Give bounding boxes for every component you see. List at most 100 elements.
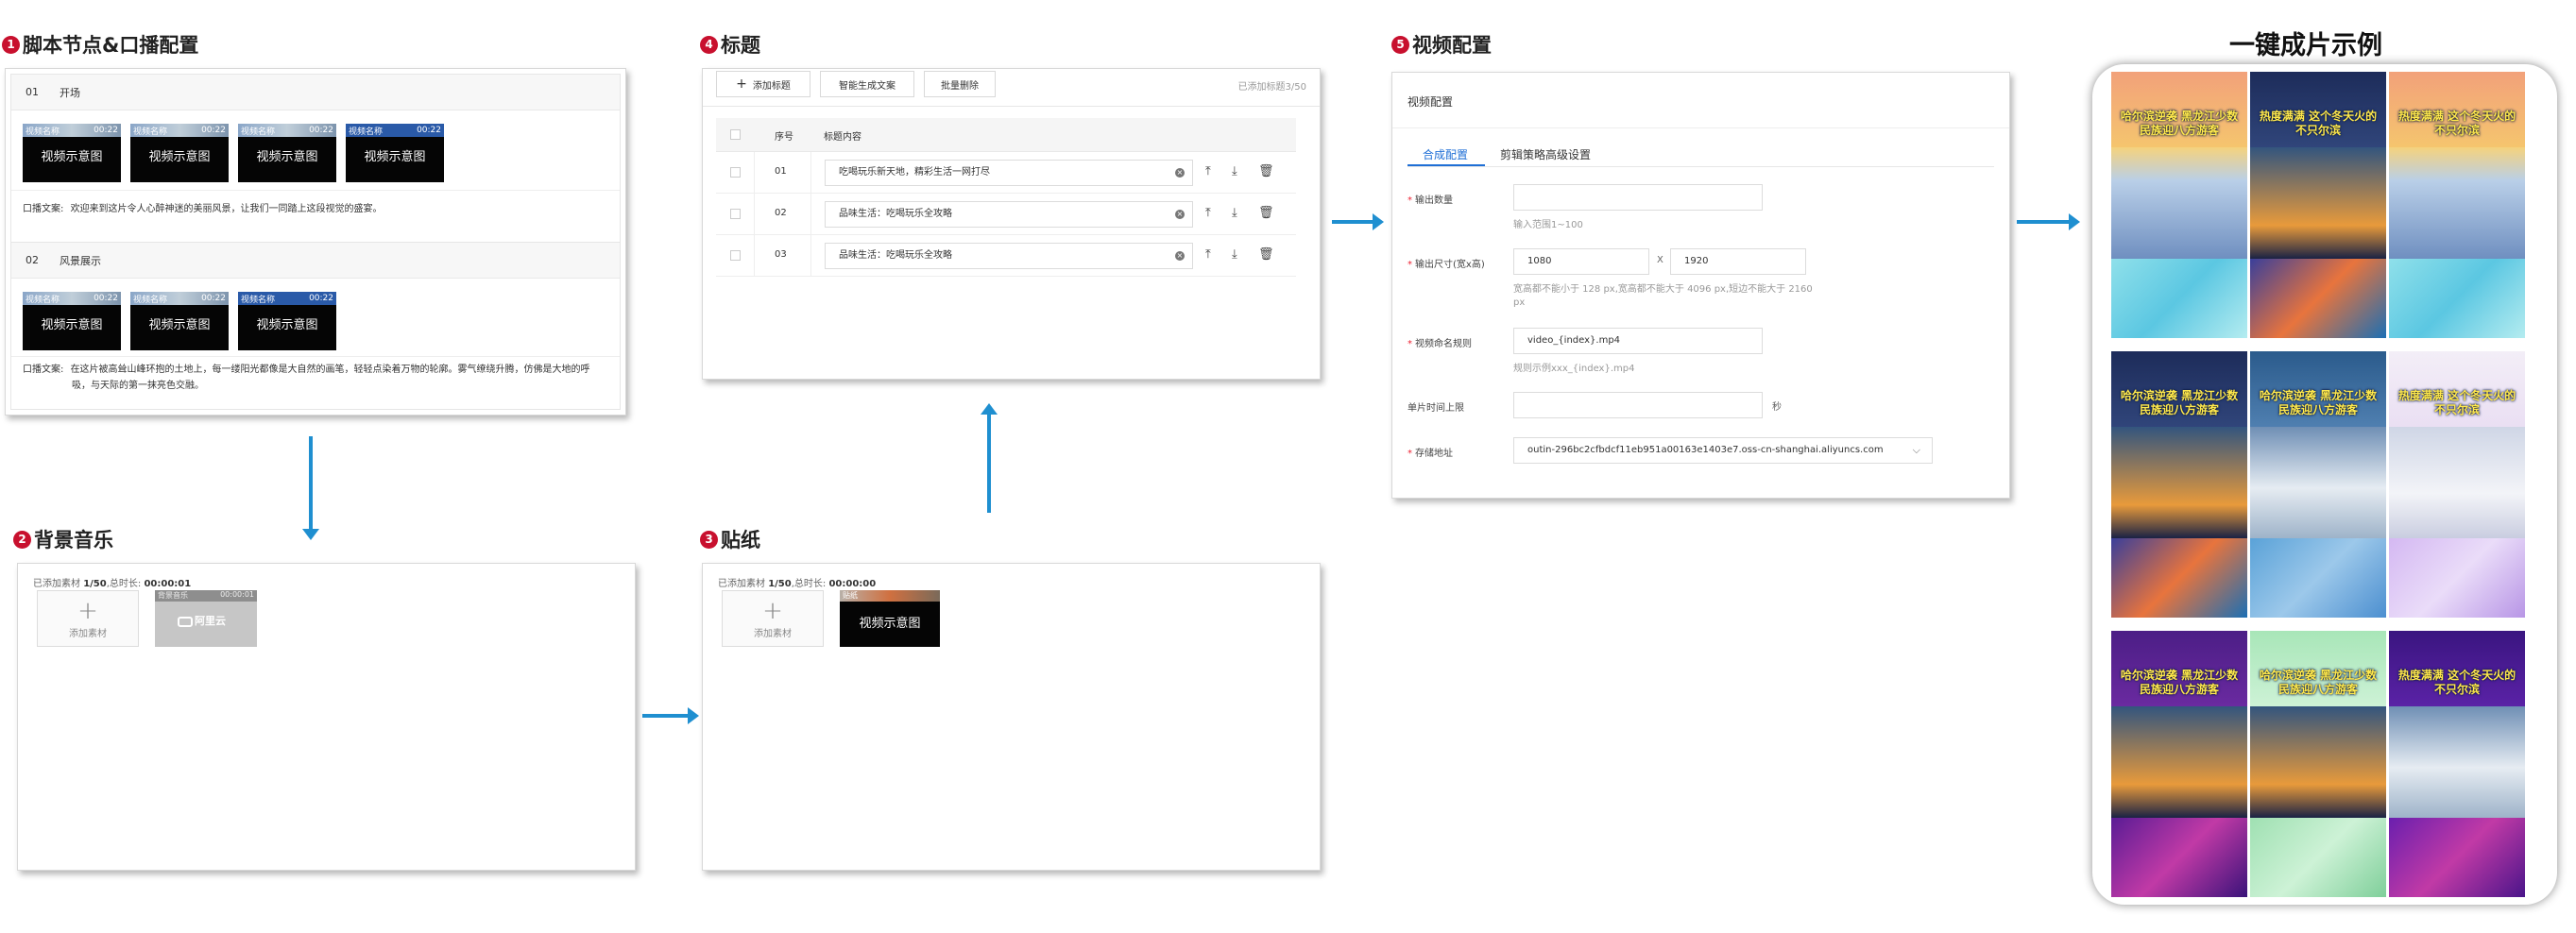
step-badge: 4 [700, 35, 718, 54]
clear-icon[interactable]: × [1175, 210, 1185, 219]
example-video-tile[interactable]: 热度满满 这个冬天火的不只尔滨 [2250, 72, 2386, 338]
clip-name: 视频名称 [241, 127, 276, 137]
node-header: 01 开场 [11, 75, 620, 110]
aliyun-logo: 阿里云 [178, 613, 226, 628]
video-clip[interactable]: 视频名称 00:22 视频示意图 [238, 124, 336, 182]
move-top-icon[interactable]: ⤒ [1205, 164, 1211, 178]
example-video-tile[interactable]: 热度满满 这个冬天火的不只尔滨 [2389, 72, 2525, 338]
row-index: 01 [775, 166, 787, 177]
row-checkbox[interactable] [730, 250, 741, 261]
section-label: 脚本节点&口播配置 [23, 34, 199, 57]
clip-duration: 00:22 [201, 126, 226, 135]
script-node: 02 风景展示 视频名称 00:22 视频示意图 视频名称 00:22 视频示意图 … [10, 242, 621, 410]
config-header: 视频配置 [1407, 95, 1454, 109]
example-caption: 哈尔滨逆袭 黑龙江少数民族迎八方游客 [2259, 389, 2378, 416]
time-limit-input[interactable] [1513, 392, 1763, 418]
clip-label: 视频示意图 [256, 150, 318, 164]
example-phone: 哈尔滨逆袭 黑龙江少数民族迎八方游客 热度满满 这个冬天火的不只尔滨 热度满满 这个… [2092, 64, 2557, 905]
video-clip[interactable]: 视频名称 00:22 视频示意图 [23, 292, 121, 350]
size-hint: 宽高都不能小于 128 px,宽高都不能大于 4096 px,短边不能大于 21… [1513, 284, 1813, 295]
section-label: 视频配置 [1412, 34, 1492, 57]
script-node-panel: 01 开场 视频名称 00:22 视频示意图 视频名称 00:22 视频示意图 视频… [5, 68, 626, 416]
smart-generate-button[interactable]: 智能生成文案 [820, 71, 914, 97]
example-video-tile[interactable]: 哈尔滨逆袭 黑龙江少数民族迎八方游客 [2111, 351, 2247, 618]
move-bottom-icon[interactable]: ⤓ [1232, 164, 1237, 178]
tab-advanced[interactable]: 剪辑策略高级设置 [1500, 146, 1591, 162]
delete-icon[interactable]: 🗑 [1258, 247, 1274, 262]
section-label: 标题 [721, 34, 760, 57]
clip-name: 视频名称 [133, 127, 168, 137]
width-input[interactable]: 1080 [1513, 248, 1649, 275]
clip-duration: 00:22 [94, 294, 118, 303]
example-caption: 热度满满 这个冬天火的不只尔滨 [2259, 110, 2378, 137]
clip-name: 视频名称 [26, 127, 60, 137]
storage-label: * 存储地址 [1407, 449, 1453, 459]
move-top-icon[interactable]: ⤒ [1205, 247, 1211, 262]
add-material-button[interactable]: + 添加素材 [722, 590, 824, 647]
video-clip[interactable]: 视频名称 00:22 视频示意图 [346, 124, 444, 182]
table-row: 03 品味生活：吃喝玩乐全攻略 × ⤒ ⤓ 🗑 [716, 235, 1296, 277]
clip-name: 视频名称 [26, 295, 60, 305]
video-clip[interactable]: 视频名称 00:22 视频示意图 [238, 292, 336, 350]
tab-compose[interactable]: 合成配置 [1423, 146, 1468, 162]
section-title-script: 1 脚本节点&口播配置 [2, 30, 198, 59]
move-top-icon[interactable]: ⤒ [1205, 206, 1211, 220]
example-video-tile[interactable]: 哈尔滨逆袭 黑龙江少数民族迎八方游客 [2111, 631, 2247, 897]
row-checkbox[interactable] [730, 167, 741, 178]
plus-icon: + [736, 76, 747, 92]
flow-arrow [642, 707, 699, 724]
add-title-button[interactable]: + 添加标题 [716, 71, 810, 97]
row-checkbox[interactable] [730, 209, 741, 219]
move-bottom-icon[interactable]: ⤓ [1232, 247, 1237, 262]
select-all-checkbox[interactable] [730, 129, 741, 140]
title-input[interactable]: 吃喝玩乐新天地，精彩生活一网打尽 × [825, 160, 1193, 186]
music-track[interactable]: 背景音乐 00:00:01 阿里云 [155, 590, 257, 647]
narration-text-cont: 吸，与天际的第一抹亮色交融。 [72, 381, 204, 391]
example-caption: 热度满满 这个冬天火的不只尔滨 [2397, 110, 2516, 137]
node-name: 开场 [60, 86, 80, 99]
track-duration: 00:00:01 [220, 590, 254, 599]
example-video-tile[interactable]: 哈尔滨逆袭 黑龙江少数民族迎八方游客 [2111, 72, 2247, 338]
add-material-button[interactable]: + 添加素材 [37, 590, 139, 647]
video-clip[interactable]: 视频名称 00:22 视频示意图 [23, 124, 121, 182]
title-input[interactable]: 品味生活：吃喝玩乐全攻略 × [825, 201, 1193, 228]
size-label: * 输出尺寸(宽x高) [1407, 260, 1485, 270]
title-input[interactable]: 品味生活：吃喝玩乐全攻略 × [825, 243, 1193, 269]
clip-label: 视频示意图 [148, 150, 211, 164]
output-count-input[interactable] [1513, 184, 1763, 211]
clip-name: 贴纸 [843, 591, 858, 600]
clip-label: 视频示意图 [859, 617, 921, 631]
move-bottom-icon[interactable]: ⤓ [1232, 206, 1237, 220]
title-count: 已添加标题3/50 [1237, 82, 1306, 93]
example-video-tile[interactable]: 热度满满 这个冬天火的不只尔滨 [2389, 631, 2525, 897]
example-video-tile[interactable]: 哈尔滨逆袭 黑龙江少数民族迎八方游客 [2250, 631, 2386, 897]
table-row: 01 吃喝玩乐新天地，精彩生活一网打尽 × ⤒ ⤓ 🗑 [716, 152, 1296, 194]
example-video-tile[interactable]: 热度满满 这个冬天火的不只尔滨 [2389, 351, 2525, 618]
narration-text: 口播文案: 欢迎来到这片令人心醉神迷的美丽风景，让我们一同踏上这段视觉的盛宴。 [23, 204, 383, 214]
example-video-tile[interactable]: 哈尔滨逆袭 黑龙江少数民族迎八方游客 [2250, 351, 2386, 618]
clip-label: 视频示意图 [256, 318, 318, 332]
batch-delete-button[interactable]: 批量删除 [924, 71, 996, 97]
node-header: 02 风景展示 [11, 243, 620, 279]
plus-icon: + [762, 597, 783, 625]
example-caption: 哈尔滨逆袭 黑龙江少数民族迎八方游客 [2120, 110, 2239, 137]
clip-label: 视频示意图 [364, 150, 426, 164]
clear-icon[interactable]: × [1175, 168, 1185, 178]
sticker-clip[interactable]: 贴纸 视频示意图 [840, 590, 940, 647]
delete-icon[interactable]: 🗑 [1258, 206, 1274, 220]
section-label: 贴纸 [721, 529, 760, 551]
clear-icon[interactable]: × [1175, 251, 1185, 261]
time-limit-unit: 秒 [1772, 402, 1782, 413]
height-input[interactable]: 1920 [1670, 248, 1806, 275]
time-limit-label: 单片时间上限 [1407, 403, 1464, 414]
delete-icon[interactable]: 🗑 [1258, 164, 1274, 178]
step-badge: 1 [2, 35, 20, 54]
video-clip[interactable]: 视频名称 00:22 视频示意图 [130, 292, 229, 350]
times-sign: X [1657, 255, 1663, 265]
col-index: 序号 [775, 132, 793, 143]
video-clip[interactable]: 视频名称 00:22 视频示意图 [130, 124, 229, 182]
storage-select[interactable]: outin-296bc2cfbdcf11eb951a00163e1403e7.o… [1513, 437, 1933, 464]
naming-hint: 规则示例xxx_{index}.mp4 [1513, 364, 1635, 374]
clip-label: 视频示意图 [148, 318, 211, 332]
naming-input[interactable]: video_{index}.mp4 [1513, 328, 1763, 354]
